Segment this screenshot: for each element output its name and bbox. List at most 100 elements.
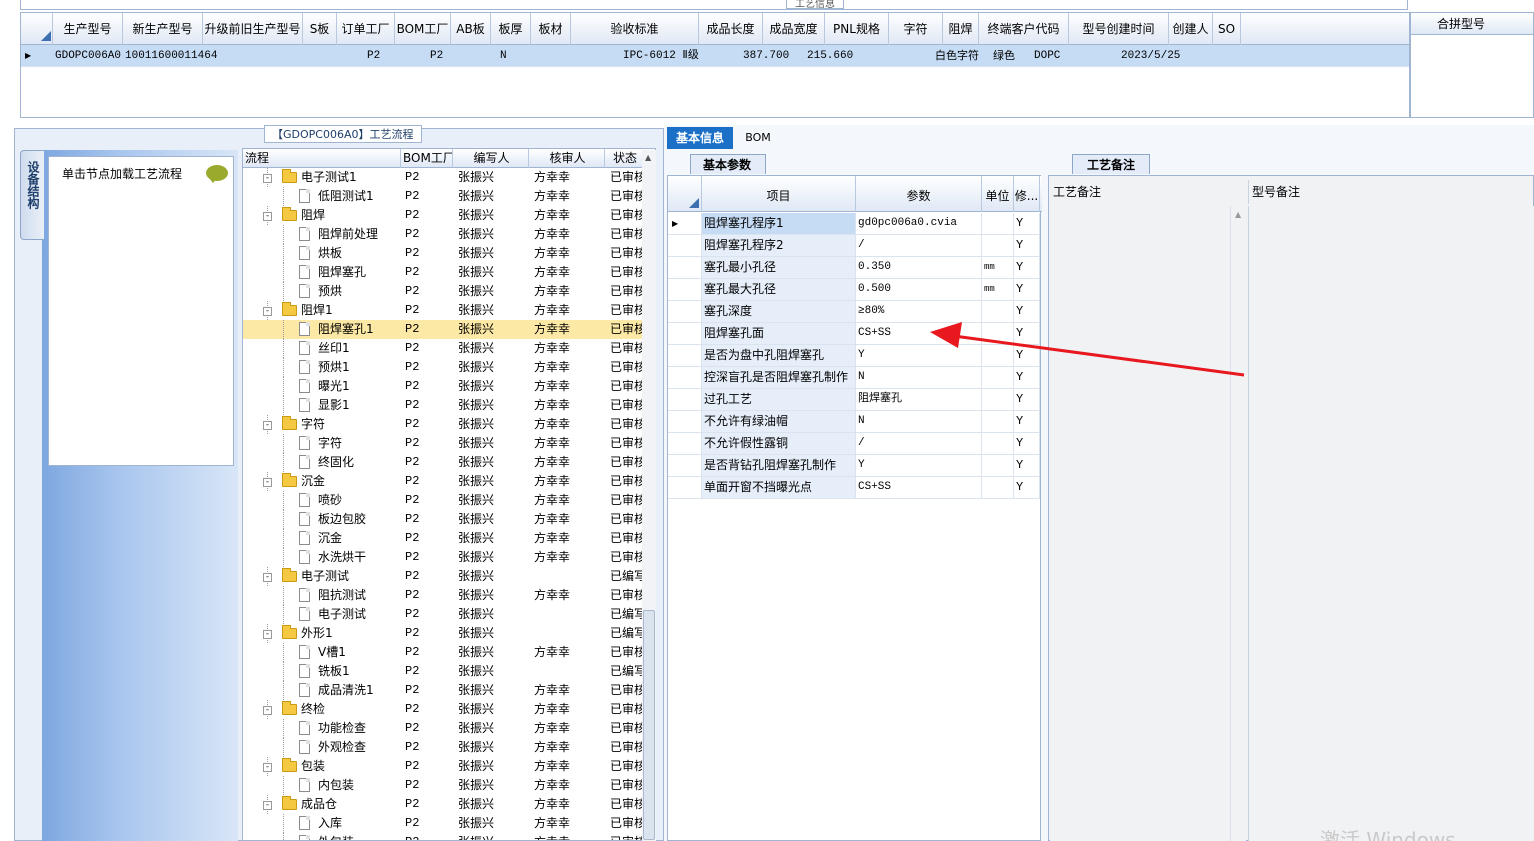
col-header[interactable]: 创建人	[1169, 13, 1213, 45]
collapse-icon[interactable]: -	[263, 630, 272, 639]
col-header[interactable]: S板	[303, 13, 337, 45]
tab-basic-params[interactable]: 基本参数	[690, 154, 766, 174]
flow-tree-row[interactable]: - 电子测试 P2 张振兴 已编写	[243, 567, 644, 586]
cell-length[interactable]: 387.700	[743, 45, 793, 67]
param-value[interactable]: CS+SS	[856, 477, 982, 498]
tab-process-notes[interactable]: 工艺备注	[1072, 154, 1150, 174]
param-row[interactable]: 单面开窗不挡曝光点 CS+SS Y	[668, 477, 1040, 499]
flow-tree-row[interactable]: 外观检查 P2 张振兴 方幸幸 已审核	[243, 738, 644, 757]
flow-tree-row[interactable]: 喷砂 P2 张振兴 方幸幸 已审核	[243, 491, 644, 510]
flow-tree-row[interactable]: 铣板1 P2 张振兴 已编写	[243, 662, 644, 681]
col-reviewer[interactable]: 核审人	[529, 149, 605, 168]
flow-tree-row[interactable]: 曝光1 P2 张振兴 方幸幸 已审核	[243, 377, 644, 396]
cell-new-prod-model[interactable]: 10011600011464	[125, 45, 221, 67]
cell-order-factory[interactable]: P2	[367, 45, 387, 67]
cell-character[interactable]: 白色字符	[935, 45, 987, 67]
col-header[interactable]: 阻焊	[943, 13, 979, 45]
col-header[interactable]: 验收标准	[571, 13, 699, 45]
merge-model-panel[interactable]: 合拼型号	[1410, 12, 1534, 118]
device-tree-box[interactable]: 单击节点加载工艺流程	[48, 156, 234, 466]
collapse-icon[interactable]: -	[263, 212, 272, 221]
flow-tree-row[interactable]: - 电子测试1 P2 张振兴 方幸幸 已审核	[243, 168, 644, 187]
flow-tree-row[interactable]: V槽1 P2 张振兴 方幸幸 已审核	[243, 643, 644, 662]
col-unit[interactable]: 单位	[982, 176, 1014, 212]
model-note-field[interactable]	[1248, 206, 1534, 841]
flow-tree-row[interactable]: 阻焊前处理 P2 张振兴 方幸幸 已审核	[243, 225, 644, 244]
flow-tree-row[interactable]: - 包装 P2 张振兴 方幸幸 已审核	[243, 757, 644, 776]
collapse-icon[interactable]: -	[263, 801, 272, 810]
process-flow-tree[interactable]: 流程 BOM工厂 编写人 核审人 状态 - 电子测试1 P2 张振兴 方幸幸 已审核 低阻测…	[242, 148, 656, 841]
col-header[interactable]: 成品长度	[699, 13, 763, 45]
col-header[interactable]: BOM工厂	[395, 13, 451, 45]
cell-width[interactable]: 215.660	[807, 45, 857, 67]
model-grid[interactable]: 生产型号 新生产型号 升级前旧生产型号 S板 订单工厂 BOM工厂 AB板 板厚 板材 验收标准成…	[20, 12, 1410, 118]
flow-tree-row[interactable]: - 终检 P2 张振兴 方幸幸 已审核	[243, 700, 644, 719]
param-row[interactable]: 是否背钻孔阻焊塞孔制作 Y Y	[668, 455, 1040, 477]
process-note-field[interactable]	[1050, 206, 1230, 841]
flow-scrollbar[interactable]: ▲	[642, 150, 656, 841]
param-value[interactable]: /	[856, 433, 982, 454]
flow-tree-row[interactable]: 板边包胶 P2 张振兴 方幸幸 已审核	[243, 510, 644, 529]
flow-tree-row[interactable]: 终固化 P2 张振兴 方幸幸 已审核	[243, 453, 644, 472]
col-header[interactable]: 订单工厂	[337, 13, 395, 45]
param-value[interactable]: N	[856, 411, 982, 432]
flow-tree-row[interactable]: 字符 P2 张振兴 方幸幸 已审核	[243, 434, 644, 453]
col-header[interactable]: 新生产型号	[123, 13, 203, 45]
flow-tree-row[interactable]: 外包装P2 张振兴 方幸幸 已审核	[243, 833, 644, 840]
flow-tree-row[interactable]: 阻焊塞孔 P2 张振兴 方幸幸 已审核	[243, 263, 644, 282]
col-header[interactable]: 板厚	[491, 13, 531, 45]
col-header[interactable]: SO	[1213, 13, 1241, 45]
col-header[interactable]: 成品宽度	[763, 13, 825, 45]
param-row[interactable]: 阻焊塞孔程序2/ Y	[668, 235, 1040, 257]
tab-bom[interactable]: BOM	[738, 127, 778, 149]
param-row[interactable]: 塞孔最大孔径 0.500 mm Y	[668, 279, 1040, 301]
param-value[interactable]: 0.350	[856, 257, 982, 278]
cell-created[interactable]: 2023/5/25	[1121, 45, 1191, 67]
collapse-icon[interactable]: -	[263, 478, 272, 487]
flow-tree-row[interactable]: 显影1 P2 张振兴 方幸幸 已审核	[243, 396, 644, 415]
col-flow[interactable]: 流程	[243, 149, 401, 168]
flow-tree-row[interactable]: - 字符 P2 张振兴 方幸幸 已审核	[243, 415, 644, 434]
param-row[interactable]: 塞孔最小孔径 0.350 mm Y	[668, 257, 1040, 279]
collapse-icon[interactable]: -	[263, 573, 272, 582]
flow-tree-row[interactable]: 水洗烘干 P2 张振兴 方幸幸 已审核	[243, 548, 644, 567]
param-row[interactable]: ▶ 阻焊塞孔程序1 gd0pc006a0.cvia Y	[668, 213, 1040, 235]
param-value[interactable]: gd0pc006a0.cvia	[856, 213, 982, 234]
flow-tree-row[interactable]: 成品清洗1 P2 张振兴 方幸幸 已审核	[243, 681, 644, 700]
flow-tree-row[interactable]: - 外形1 P2 张振兴 已编写	[243, 624, 644, 643]
flow-tree-row[interactable]: 入库 P2 张振兴 方幸幸 已审核	[243, 814, 644, 833]
collapse-icon[interactable]: -	[263, 174, 272, 183]
param-row[interactable]: 过孔工艺 阻焊塞孔 Y	[668, 389, 1040, 411]
collapse-icon[interactable]: -	[263, 763, 272, 772]
scroll-thumb[interactable]	[643, 610, 655, 840]
process-note-scrollbar[interactable]: ▲	[1230, 206, 1246, 841]
flow-tree-row[interactable]: 低阻测试1 P2 张振兴 方幸幸 已审核	[243, 187, 644, 206]
col-bom-factory[interactable]: BOM工厂	[401, 149, 453, 168]
col-header[interactable]: 生产型号	[53, 13, 123, 45]
collapse-icon[interactable]: -	[263, 421, 272, 430]
param-value[interactable]: 0.500	[856, 279, 982, 300]
flow-tree-row[interactable]: 烘板 P2 张振兴 方幸幸 已审核	[243, 244, 644, 263]
scroll-up-icon[interactable]: ▲	[645, 153, 651, 162]
collapse-icon[interactable]: -	[263, 706, 272, 715]
cell-solder-mask[interactable]: 绿色	[993, 45, 1023, 67]
col-header[interactable]: 终端客户代码	[979, 13, 1069, 45]
col-header[interactable]: 字符	[889, 13, 943, 45]
cell-standard[interactable]: IPC-6012 Ⅱ级	[623, 45, 719, 67]
cell-prod-model[interactable]: GDOPC006A0	[55, 45, 121, 67]
col-header[interactable]: 型号创建时间	[1069, 13, 1169, 45]
flow-tree-row[interactable]: 沉金 P2 张振兴 方幸幸 已审核	[243, 529, 644, 548]
flow-tree-row[interactable]: 功能检查 P2 张振兴 方幸幸 已审核	[243, 719, 644, 738]
param-value[interactable]: Y	[856, 455, 982, 476]
col-header[interactable]: 升级前旧生产型号	[203, 13, 303, 45]
col-header[interactable]: PNL规格	[825, 13, 889, 45]
flow-tree-row[interactable]: 电子测试 P2 张振兴 已编写	[243, 605, 644, 624]
param-row[interactable]: 不允许假性露铜 / Y	[668, 433, 1040, 455]
flow-tree-row[interactable]: 阻抗测试 P2 张振兴 方幸幸 已审核	[243, 586, 644, 605]
model-grid-row[interactable]: ▶ GDOPC006A0 10011600011464 P2 P2 N IPC-…	[21, 45, 1409, 67]
col-status[interactable]: 状态	[605, 149, 643, 168]
collapse-icon[interactable]: -	[263, 307, 272, 316]
cell-bom-factory[interactable]: P2	[430, 45, 450, 67]
tab-basic-info[interactable]: 基本信息	[667, 127, 733, 149]
col-item[interactable]: 项目	[702, 176, 856, 212]
